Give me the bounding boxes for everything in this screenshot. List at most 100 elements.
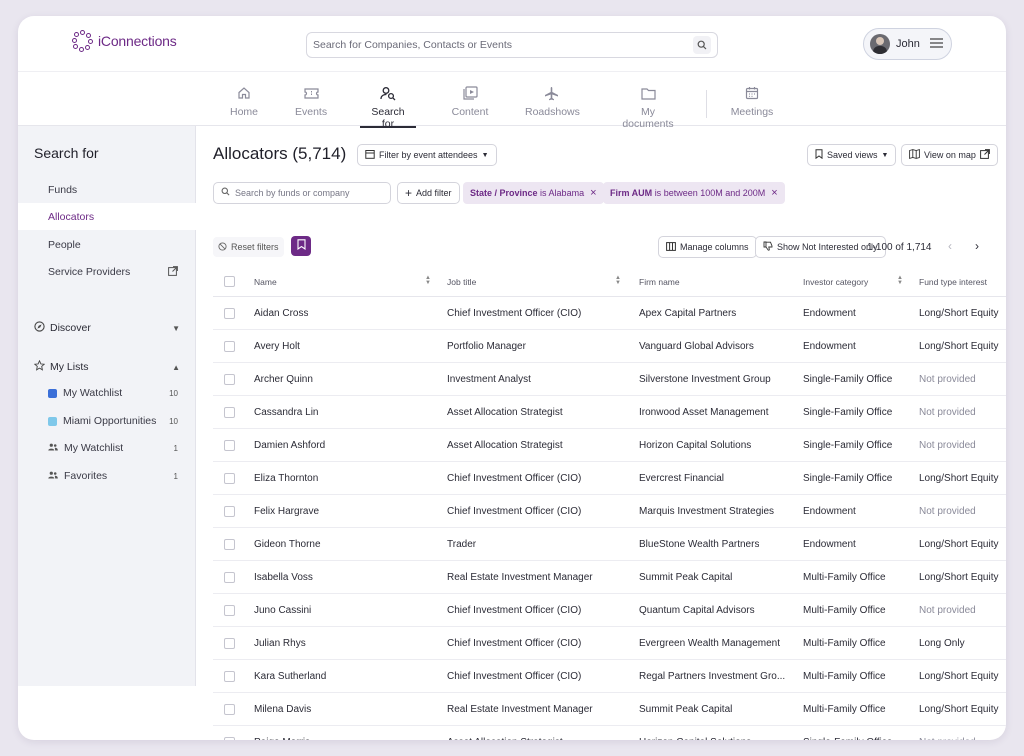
view-on-map-button[interactable]: View on map — [901, 144, 998, 166]
nav-content[interactable]: Content — [451, 84, 489, 118]
user-menu-button[interactable]: John — [863, 28, 952, 60]
nav-my-documents[interactable]: My documents — [615, 84, 681, 130]
table-row[interactable]: Damien Ashford Asset Allocation Strategis… — [213, 429, 1006, 462]
sidebar-discover-label: Discover — [50, 322, 91, 334]
list-item-miami-opportunities[interactable]: Miami Opportunities 10 — [48, 415, 178, 427]
group-icon — [48, 470, 58, 482]
bookmark-plus-icon — [296, 239, 306, 253]
nav-meetings[interactable]: Meetings — [730, 84, 774, 118]
column-header-name[interactable]: Name — [254, 277, 277, 287]
column-header-firm-name[interactable]: Firm name — [639, 277, 680, 287]
saved-views-dropdown[interactable]: Saved views ▼ — [807, 144, 897, 166]
reset-filters-button[interactable]: Reset filters — [213, 237, 284, 257]
sidebar-my-lists[interactable]: My Lists ▲ — [33, 359, 180, 374]
chevron-down-icon: ▼ — [481, 151, 489, 159]
add-filter-button[interactable]: + Add filter — [397, 182, 460, 204]
filter-by-event-attendees-dropdown[interactable]: Filter by event attendees ▼ — [357, 144, 497, 166]
search-icon[interactable] — [693, 36, 711, 54]
sidebar-item-allocators[interactable]: Allocators — [18, 203, 196, 230]
logo-text: iConnections — [98, 33, 177, 49]
table-row[interactable]: Archer Quinn Investment Analyst Silverston… — [213, 363, 1006, 396]
filter-chip-text: Firm AUM is between 100M and 200M — [610, 188, 765, 198]
bookmark-icon — [815, 149, 823, 161]
sidebar-item-funds[interactable]: Funds — [18, 176, 196, 203]
cell-fund-type-interest: Long/Short Equity — [919, 671, 999, 682]
cell-name: Isabella Voss — [254, 572, 313, 583]
filter-chip-state[interactable]: State / Province is Alabama × — [463, 182, 604, 204]
filter-chip-firm-aum[interactable]: Firm AUM is between 100M and 200M × — [603, 182, 785, 204]
row-checkbox[interactable] — [224, 341, 235, 352]
cell-job-title: Chief Investment Officer (CIO) — [447, 605, 582, 616]
table-row[interactable]: Julian Rhys Chief Investment Officer (CIO… — [213, 627, 1006, 660]
show-not-interested-button[interactable]: Show Not Interested only — [755, 236, 886, 258]
nav-roadshows[interactable]: Roadshows — [525, 84, 580, 118]
sidebar: Search for Funds Allocators People Servi… — [18, 126, 196, 686]
cell-job-title: Real Estate Investment Manager — [447, 572, 593, 583]
table-row[interactable]: Kara Sutherland Chief Investment Officer … — [213, 660, 1006, 693]
list-item-shared-watchlist[interactable]: My Watchlist 1 — [48, 442, 178, 454]
row-checkbox[interactable] — [224, 440, 235, 451]
sidebar-item-service-providers[interactable]: Service Providers — [18, 258, 196, 285]
row-checkbox[interactable] — [224, 308, 235, 319]
global-search-input[interactable] — [313, 39, 693, 51]
row-checkbox[interactable] — [224, 704, 235, 715]
row-checkbox[interactable] — [224, 473, 235, 484]
nav-events[interactable]: Events — [295, 84, 327, 118]
allocator-search-input[interactable] — [235, 188, 383, 198]
row-checkbox[interactable] — [224, 605, 235, 616]
list-item-my-watchlist[interactable]: My Watchlist 10 — [48, 387, 178, 399]
nav-search-for[interactable]: Search for — [360, 84, 416, 130]
cell-fund-type-interest: Not provided — [919, 374, 976, 385]
nav-home[interactable]: Home — [229, 84, 259, 118]
table-row[interactable]: Milena Davis Real Estate Investment Manag… — [213, 693, 1006, 726]
row-checkbox[interactable] — [224, 539, 235, 550]
table-row[interactable]: Cassandra Lin Asset Allocation Strategist… — [213, 396, 1006, 429]
cell-firm-name: Ironwood Asset Management — [639, 407, 769, 418]
row-checkbox[interactable] — [224, 407, 235, 418]
column-header-job-title[interactable]: Job title — [447, 277, 476, 287]
global-search[interactable] — [306, 32, 718, 58]
cell-job-title: Asset Allocation Strategist — [447, 737, 563, 740]
list-item-favorites[interactable]: Favorites 1 — [48, 470, 178, 482]
cell-fund-type-interest: Long/Short Equity — [919, 539, 999, 550]
thumbs-down-icon — [763, 241, 773, 253]
pagination-info: 1-100 of 1,714 — [867, 242, 932, 253]
table-row[interactable]: Juno Cassini Chief Investment Officer (CI… — [213, 594, 1006, 627]
sort-icon[interactable]: ▲ ▼ — [425, 275, 431, 286]
chevron-left-icon[interactable]: ‹ — [948, 239, 952, 253]
nav-events-label: Events — [295, 106, 328, 118]
cell-name: Archer Quinn — [254, 374, 313, 385]
cell-investor-category: Multi-Family Office — [803, 704, 886, 715]
cell-job-title: Asset Allocation Strategist — [447, 440, 563, 451]
sidebar-item-people[interactable]: People — [18, 231, 196, 258]
column-header-investor-category[interactable]: Investor category — [803, 277, 868, 287]
sort-icon[interactable]: ▲ ▼ — [615, 275, 621, 286]
table-row[interactable]: Gideon Thorne Trader BlueStone Wealth Part… — [213, 528, 1006, 561]
table-row[interactable]: Avery Holt Portfolio Manager Vanguard Glob… — [213, 330, 1006, 363]
allocator-search[interactable] — [213, 182, 391, 204]
cell-investor-category: Multi-Family Office — [803, 671, 886, 682]
table-row[interactable]: Aidan Cross Chief Investment Officer (CIO… — [213, 297, 1006, 330]
row-checkbox[interactable] — [224, 374, 235, 385]
table-row[interactable]: Isabella Voss Real Estate Investment Mana… — [213, 561, 1006, 594]
sidebar-discover[interactable]: Discover ▼ — [34, 321, 180, 335]
close-icon[interactable]: × — [590, 187, 596, 199]
save-view-button[interactable] — [291, 236, 311, 256]
row-checkbox[interactable] — [224, 572, 235, 583]
row-checkbox[interactable] — [224, 671, 235, 682]
column-header-fund-type-interest[interactable]: Fund type interest — [919, 277, 987, 287]
select-all-checkbox[interactable] — [224, 276, 235, 287]
table-row[interactable]: Paige Morris Asset Allocation Strategist H… — [213, 726, 1006, 740]
sort-icon[interactable]: ▲ ▼ — [897, 275, 903, 286]
row-checkbox[interactable] — [224, 638, 235, 649]
logo[interactable]: iConnections — [72, 30, 177, 52]
row-checkbox[interactable] — [224, 506, 235, 517]
filter-chip-key: Firm AUM — [610, 188, 653, 198]
close-icon[interactable]: × — [771, 187, 777, 199]
cell-name: Juno Cassini — [254, 605, 312, 616]
row-checkbox[interactable] — [224, 737, 235, 740]
table-row[interactable]: Eliza Thornton Chief Investment Officer (… — [213, 462, 1006, 495]
manage-columns-button[interactable]: Manage columns — [658, 236, 757, 258]
table-row[interactable]: Felix Hargrave Chief Investment Officer (… — [213, 495, 1006, 528]
chevron-right-icon[interactable]: › — [975, 239, 979, 253]
